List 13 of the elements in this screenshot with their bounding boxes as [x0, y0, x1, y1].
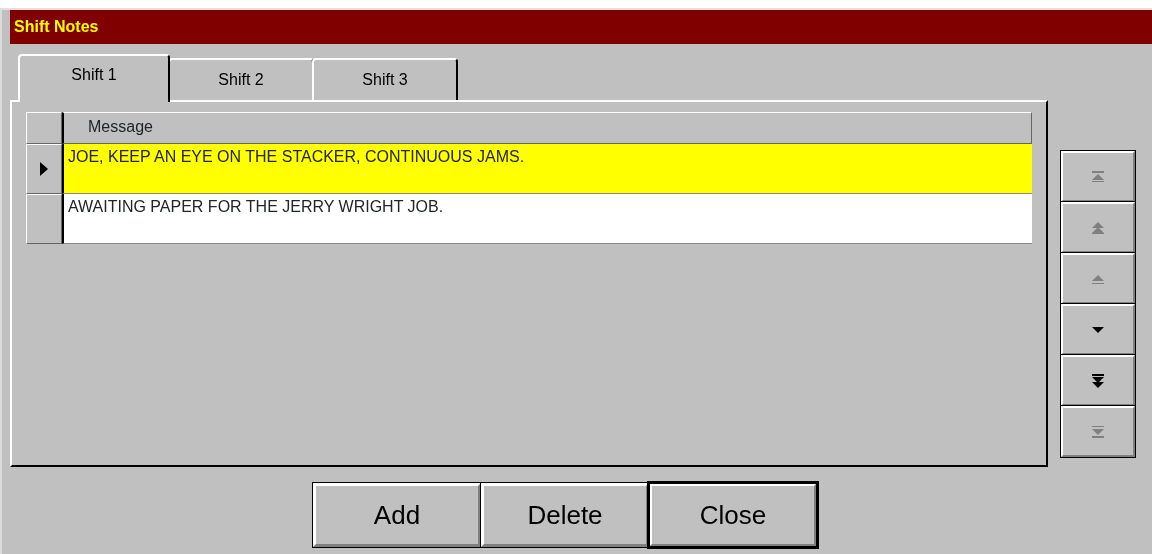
- navigator-button[interactable]: [1061, 304, 1135, 355]
- corner-cell: [26, 112, 62, 144]
- tab[interactable]: Shift 1: [18, 54, 170, 102]
- add-button[interactable]: Add: [313, 483, 481, 547]
- pointer-icon: [40, 162, 48, 176]
- navigator-button[interactable]: [1061, 355, 1135, 406]
- table-cell: AWAITING PAPER FOR THE JERRY WRIGHT JOB.: [62, 194, 1032, 244]
- close-button[interactable]: Close: [649, 483, 817, 547]
- row-indicator[interactable]: [26, 144, 62, 194]
- tab[interactable]: Shift 3: [312, 58, 458, 100]
- table-cell: JOE, KEEP AN EYE ON THE STACKER, CONTINUOUS JAMS.: [62, 144, 1032, 194]
- window-title: Shift Notes: [10, 10, 1152, 44]
- delete-button[interactable]: Delete: [481, 483, 649, 547]
